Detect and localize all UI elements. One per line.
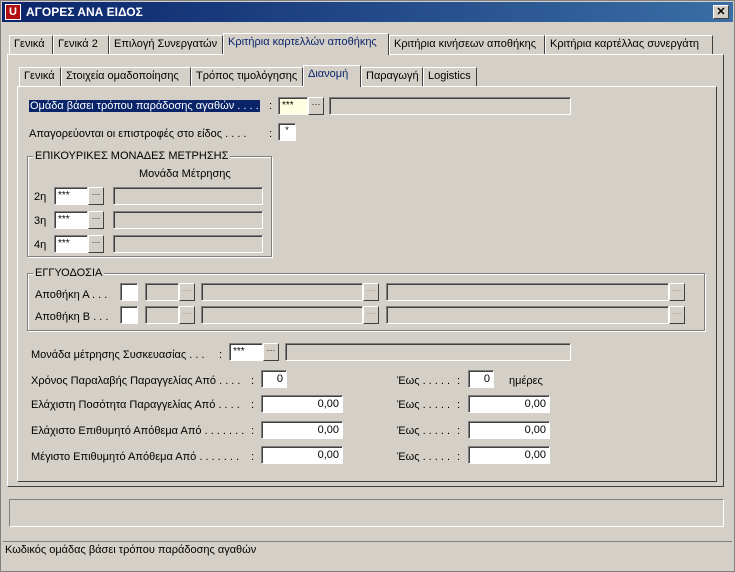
tab-partner-selection[interactable]: Επιλογή Συνεργατών (109, 35, 223, 54)
guarantee-title: ΕΓΓΥΟΔΟΣΙΑ (33, 267, 105, 279)
aux-unit-4-dropdown-button[interactable]: ··· (88, 235, 104, 253)
aux-unit-4-input[interactable]: *** (54, 235, 88, 253)
warehouse-b-label: Αποθήκη Β . . . (35, 311, 109, 323)
colon: : (251, 451, 255, 463)
aux-unit-2-input[interactable]: *** (54, 187, 88, 205)
min-qty-label: Ελάχιστη Ποσότητα Παραγγελίας Από . . . … (31, 399, 240, 411)
delivery-group-code-input[interactable]: *** (278, 97, 308, 115)
colon: : (269, 100, 273, 112)
max-stock-label: Μέγιστο Επιθυμητό Απόθεμα Από . . . . . … (31, 451, 240, 463)
aux-unit-3-input[interactable]: *** (54, 211, 88, 229)
aux-unit-2-dropdown-button[interactable]: ··· (88, 187, 104, 205)
bottom-panel (9, 499, 724, 527)
subtab-general[interactable]: Γενικά (19, 67, 61, 86)
warehouse-a-description-field (386, 283, 669, 301)
delivery-group-label: Ομάδα βάσει τρόπου παράδοσης αγαθών . . … (29, 100, 260, 112)
status-bar: Κωδικός ομάδας βάσει τρόπου παράδοσης αγ… (3, 541, 732, 569)
colon: : (457, 451, 461, 463)
tab-general-2[interactable]: Γενικά 2 (53, 35, 109, 54)
colon: : (457, 425, 461, 437)
app-icon: U (5, 4, 21, 20)
title-bar[interactable]: U ΑΓΟΡΕΣ ΑΝΑ ΕΙΔΟΣ ✕ (2, 2, 733, 22)
aux-unit-2-description-field (113, 187, 263, 205)
warehouse-b-code-field (145, 306, 179, 324)
warehouse-a-checkbox[interactable] (120, 283, 138, 301)
min-qty-to-label: Έως . . . . . (397, 399, 451, 411)
warehouse-b-item-field (201, 306, 363, 324)
tab-partner-card-criteria[interactable]: Κριτήρια καρτέλλας συνεργάτη (545, 35, 713, 54)
min-qty-from-input[interactable]: 0,00 (261, 395, 343, 413)
warehouse-b-description-field (386, 306, 669, 324)
warehouse-a-description-dropdown-button[interactable]: ··· (669, 283, 685, 301)
colon: : (457, 399, 461, 411)
aux-unit-3-dropdown-button[interactable]: ··· (88, 211, 104, 229)
aux-units-title: ΕΠΙΚΟΥΡΙΚΕΣ ΜΟΝΑΔΕΣ ΜΕΤΡΗΣΗΣ (33, 150, 231, 162)
min-stock-to-input[interactable]: 0,00 (468, 421, 550, 439)
max-stock-from-input[interactable]: 0,00 (261, 446, 343, 464)
delivery-group-description-field (329, 97, 571, 115)
min-stock-from-input[interactable]: 0,00 (261, 421, 343, 439)
returns-label: Απαγορεύονται οι επιστροφές στο είδος . … (29, 128, 247, 140)
packaging-unit-dropdown-button[interactable]: ··· (263, 343, 279, 361)
subtab-production[interactable]: Παραγωγή (361, 67, 423, 86)
min-stock-label: Ελάχιστο Επιθυμητό Απόθεμα Από . . . . .… (31, 425, 245, 437)
warehouse-a-code-field (145, 283, 179, 301)
packaging-label: Μονάδα μέτρησης Συσκευασίας . . . (31, 349, 205, 361)
order-time-to-input[interactable]: 0 (468, 370, 494, 388)
tab-general[interactable]: Γενικά (9, 35, 53, 54)
aux-unit-label-3: 3η (34, 215, 47, 227)
subtab-invoicing-method[interactable]: Τρόπος τιμολόγησης (191, 67, 303, 86)
window-title: ΑΓΟΡΕΣ ΑΝΑ ΕΙΔΟΣ (26, 5, 143, 19)
min-qty-to-input[interactable]: 0,00 (468, 395, 550, 413)
max-stock-to-label: Έως . . . . . (397, 451, 451, 463)
max-stock-to-input[interactable]: 0,00 (468, 446, 550, 464)
close-button[interactable]: ✕ (713, 5, 729, 19)
colon: : (219, 349, 223, 361)
subtab-logistics[interactable]: Logistics (423, 67, 477, 86)
status-text: Κωδικός ομάδας βάσει τρόπου παράδοσης αγ… (5, 544, 257, 556)
aux-unit-label-2: 2η (34, 191, 47, 203)
days-label: ημέρες (509, 375, 543, 387)
delivery-group-dropdown-button[interactable]: ··· (308, 97, 324, 115)
colon: : (269, 128, 273, 140)
warehouse-a-item-field (201, 283, 363, 301)
warehouse-b-description-dropdown-button[interactable]: ··· (669, 306, 685, 324)
returns-checkbox[interactable]: * (278, 123, 296, 141)
main-window: U ΑΓΟΡΕΣ ΑΝΑ ΕΙΔΟΣ ✕ Γενικά Γενικά 2 Επι… (0, 0, 735, 572)
min-stock-to-label: Έως . . . . . (397, 425, 451, 437)
warehouse-a-dropdown-button[interactable]: ··· (179, 283, 195, 301)
aux-unit-3-description-field (113, 211, 263, 229)
aux-unit-4-description-field (113, 235, 263, 253)
colon: : (251, 399, 255, 411)
order-time-from-input[interactable]: 0 (261, 370, 287, 388)
order-time-to-label: Έως . . . . . (397, 375, 451, 387)
tab-warehouse-movement-criteria[interactable]: Κριτήρια κινήσεων αποθήκης (389, 35, 545, 54)
warehouse-a-item-dropdown-button[interactable]: ··· (363, 283, 379, 301)
order-time-label: Χρόνος Παραλαβής Παραγγελίας Από . . . . (31, 375, 241, 387)
colon: : (251, 425, 255, 437)
warehouse-a-label: Αποθήκη Α . . . (35, 289, 108, 301)
aux-unit-label-4: 4η (34, 239, 47, 251)
warehouse-b-checkbox[interactable] (120, 306, 138, 324)
colon: : (457, 375, 461, 387)
aux-units-column-header: Μονάδα Μέτρησης (139, 168, 231, 180)
tab-warehouse-card-criteria[interactable]: Κριτήρια καρτελλών αποθήκης (223, 33, 389, 55)
packaging-unit-description-field (285, 343, 571, 361)
subtab-grouping-data[interactable]: Στοιχεία ομαδοποίησης (61, 67, 191, 86)
warehouse-b-item-dropdown-button[interactable]: ··· (363, 306, 379, 324)
packaging-unit-input[interactable]: *** (229, 343, 263, 361)
colon: : (251, 375, 255, 387)
subtab-distribution[interactable]: Διανομή (303, 65, 361, 87)
warehouse-b-dropdown-button[interactable]: ··· (179, 306, 195, 324)
